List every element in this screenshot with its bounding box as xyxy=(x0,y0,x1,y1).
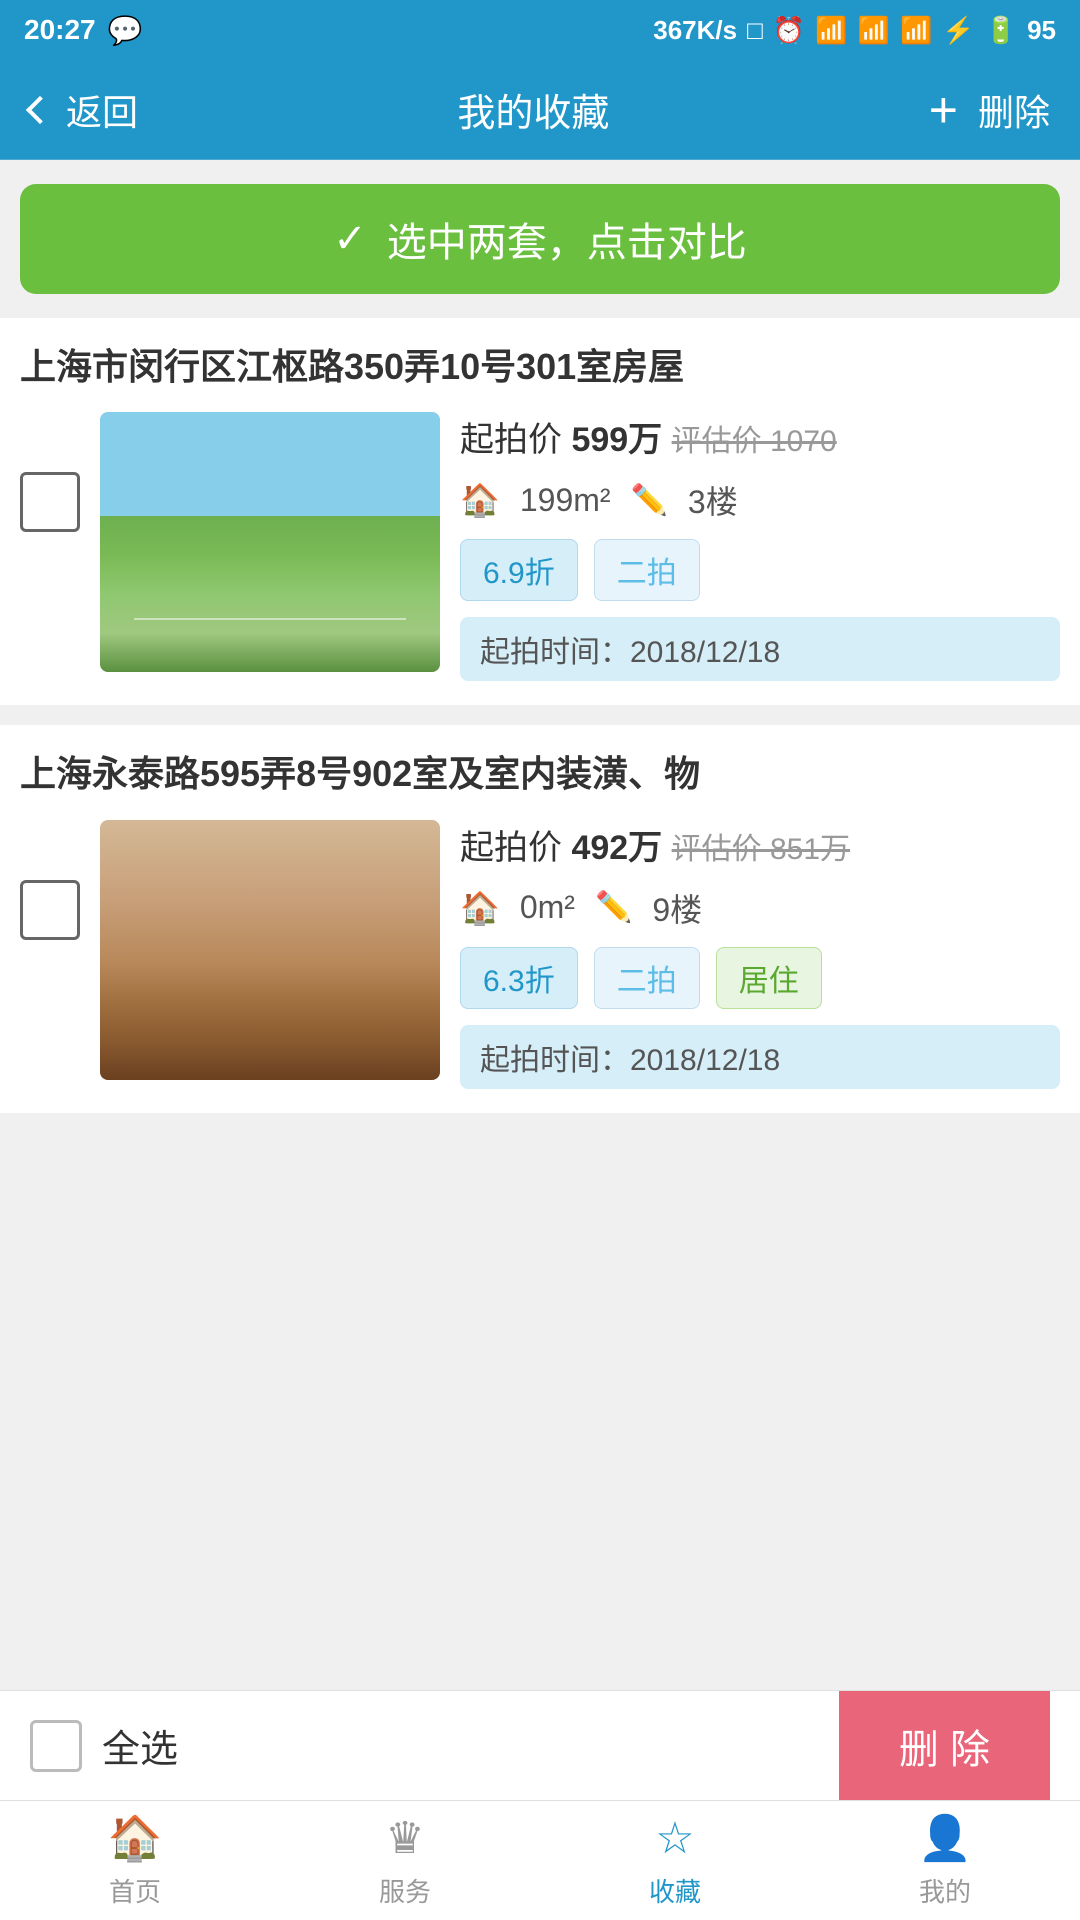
house-icon-1: 🏠 xyxy=(460,481,500,519)
signal1-icon: 📶 xyxy=(858,15,890,46)
property-details-2: 起拍价 492万 评估价 851万 🏠 0m² ✏️ 9楼 6.3折 二拍 居住… xyxy=(460,820,1060,1089)
tag-type-2: 居住 xyxy=(716,947,822,1009)
property-card-2: 上海永泰路595弄8号902室及室内装潢、物 起拍价 492万 评估价 851万… xyxy=(0,725,1080,1112)
back-chevron-icon xyxy=(26,95,54,123)
bottom-spacer xyxy=(0,1133,1080,1533)
crown-icon: ♛ xyxy=(385,1813,424,1864)
lightning-icon: ⚡ xyxy=(942,15,974,46)
batch-delete-label: 删 除 xyxy=(899,1717,990,1775)
wifi-icon: 📶 xyxy=(815,15,847,46)
select-all-label: 全选 xyxy=(102,1718,178,1773)
tab-favorites[interactable]: ☆ 收藏 xyxy=(540,1801,810,1920)
price-line-1: 起拍价 599万 评估价 1070 xyxy=(460,412,1060,461)
property-checkbox-1[interactable] xyxy=(20,472,80,532)
status-right: 367K/s □ ⏰ 📶 📶 📶 ⚡ 🔋 95 xyxy=(653,15,1056,46)
tags-line-1: 6.9折 二拍 xyxy=(460,539,1060,601)
tab-service[interactable]: ♛ 服务 xyxy=(270,1801,540,1920)
back-button[interactable]: 返回 xyxy=(30,84,138,136)
house-icon-2: 🏠 xyxy=(460,889,500,927)
bottom-action-bar: 全选 删 除 xyxy=(0,1690,1080,1800)
start-price-2: 起拍价 492万 xyxy=(460,829,662,867)
auction-time-1: 起拍时间：2018/12/18 xyxy=(460,617,1060,681)
tab-mine-label: 我的 xyxy=(919,1872,971,1909)
tab-home[interactable]: 🏠 首页 xyxy=(0,1801,270,1920)
tab-favorites-label: 收藏 xyxy=(649,1872,701,1909)
edit-icon-2: ✏️ xyxy=(595,890,632,925)
estimated-price-2: 评估价 851万 xyxy=(672,833,850,866)
delete-nav-button[interactable]: 删除 xyxy=(978,84,1050,136)
floor-2: 9楼 xyxy=(652,885,702,931)
edit-icon-1: ✏️ xyxy=(631,483,668,518)
tags-line-2: 6.3折 二拍 居住 xyxy=(460,947,1060,1009)
signal2-icon: 📶 xyxy=(900,15,932,46)
battery-icon: 🔋 xyxy=(985,15,1017,46)
clock-icon: ⏰ xyxy=(773,15,805,46)
home-icon: 🏠 xyxy=(108,1812,163,1864)
property-image-1 xyxy=(100,412,440,672)
status-time: 20:27 xyxy=(24,14,96,46)
tag-round-1: 二拍 xyxy=(594,539,700,601)
spec-line-2: 🏠 0m² ✏️ 9楼 xyxy=(460,885,1060,931)
tag-discount-1: 6.9折 xyxy=(460,539,578,601)
compare-text: 选中两套，点击对比 xyxy=(387,210,747,268)
property-card-1: 上海市闵行区江枢路350弄10号301室房屋 起拍价 599万 评估价 1070… xyxy=(0,318,1080,705)
status-bar: 20:27 💬 367K/s □ ⏰ 📶 📶 📶 ⚡ 🔋 95 xyxy=(0,0,1080,60)
nav-actions: + 删除 xyxy=(929,84,1050,136)
property-body-2: 起拍价 492万 评估价 851万 🏠 0m² ✏️ 9楼 6.3折 二拍 居住… xyxy=(20,820,1060,1089)
tab-service-label: 服务 xyxy=(379,1872,431,1909)
select-all-checkbox[interactable] xyxy=(30,1720,82,1772)
person-icon: 👤 xyxy=(918,1812,973,1864)
tab-bar: 🏠 首页 ♛ 服务 ☆ 收藏 👤 我的 xyxy=(0,1800,1080,1920)
network-speed: 367K/s xyxy=(653,15,737,46)
property-checkbox-2[interactable] xyxy=(20,880,80,940)
status-left: 20:27 💬 xyxy=(24,14,143,47)
property-image-2 xyxy=(100,820,440,1080)
property-title-1: 上海市闵行区江枢路350弄10号301室房屋 xyxy=(20,342,1060,392)
outdoor-image xyxy=(100,412,440,672)
spec-line-1: 🏠 199m² ✏️ 3楼 xyxy=(460,477,1060,523)
tab-mine[interactable]: 👤 我的 xyxy=(810,1801,1080,1920)
sim-icon: □ xyxy=(747,15,763,46)
content-area: 上海市闵行区江枢路350弄10号301室房屋 起拍价 599万 评估价 1070… xyxy=(0,318,1080,1113)
star-icon: ☆ xyxy=(655,1813,694,1864)
tag-discount-2: 6.3折 xyxy=(460,947,578,1009)
compare-banner[interactable]: ✓ 选中两套，点击对比 xyxy=(20,184,1060,294)
back-label: 返回 xyxy=(66,84,138,136)
property-title-2: 上海永泰路595弄8号902室及室内装潢、物 xyxy=(20,749,1060,799)
page-title: 我的收藏 xyxy=(457,82,609,137)
area-1: 199m² xyxy=(520,482,611,519)
indoor-image xyxy=(100,820,440,1080)
property-details-1: 起拍价 599万 评估价 1070 🏠 199m² ✏️ 3楼 6.9折 二拍 … xyxy=(460,412,1060,681)
select-all-area: 全选 xyxy=(30,1718,178,1773)
start-price-1: 起拍价 599万 xyxy=(460,421,662,459)
nav-bar: 返回 我的收藏 + 删除 xyxy=(0,60,1080,160)
add-button[interactable]: + xyxy=(929,85,958,135)
tag-round-2: 二拍 xyxy=(594,947,700,1009)
estimated-price-1: 评估价 1070 xyxy=(672,425,837,458)
batch-delete-button[interactable]: 删 除 xyxy=(839,1691,1050,1801)
compare-check-icon: ✓ xyxy=(333,216,367,262)
floor-1: 3楼 xyxy=(688,477,738,523)
area-2: 0m² xyxy=(520,889,575,926)
battery-level: 95 xyxy=(1027,15,1056,46)
property-body-1: 起拍价 599万 评估价 1070 🏠 199m² ✏️ 3楼 6.9折 二拍 … xyxy=(20,412,1060,681)
price-line-2: 起拍价 492万 评估价 851万 xyxy=(460,820,1060,869)
status-messenger-icon: 💬 xyxy=(108,14,143,47)
auction-time-2: 起拍时间：2018/12/18 xyxy=(460,1025,1060,1089)
tab-home-label: 首页 xyxy=(109,1872,161,1909)
